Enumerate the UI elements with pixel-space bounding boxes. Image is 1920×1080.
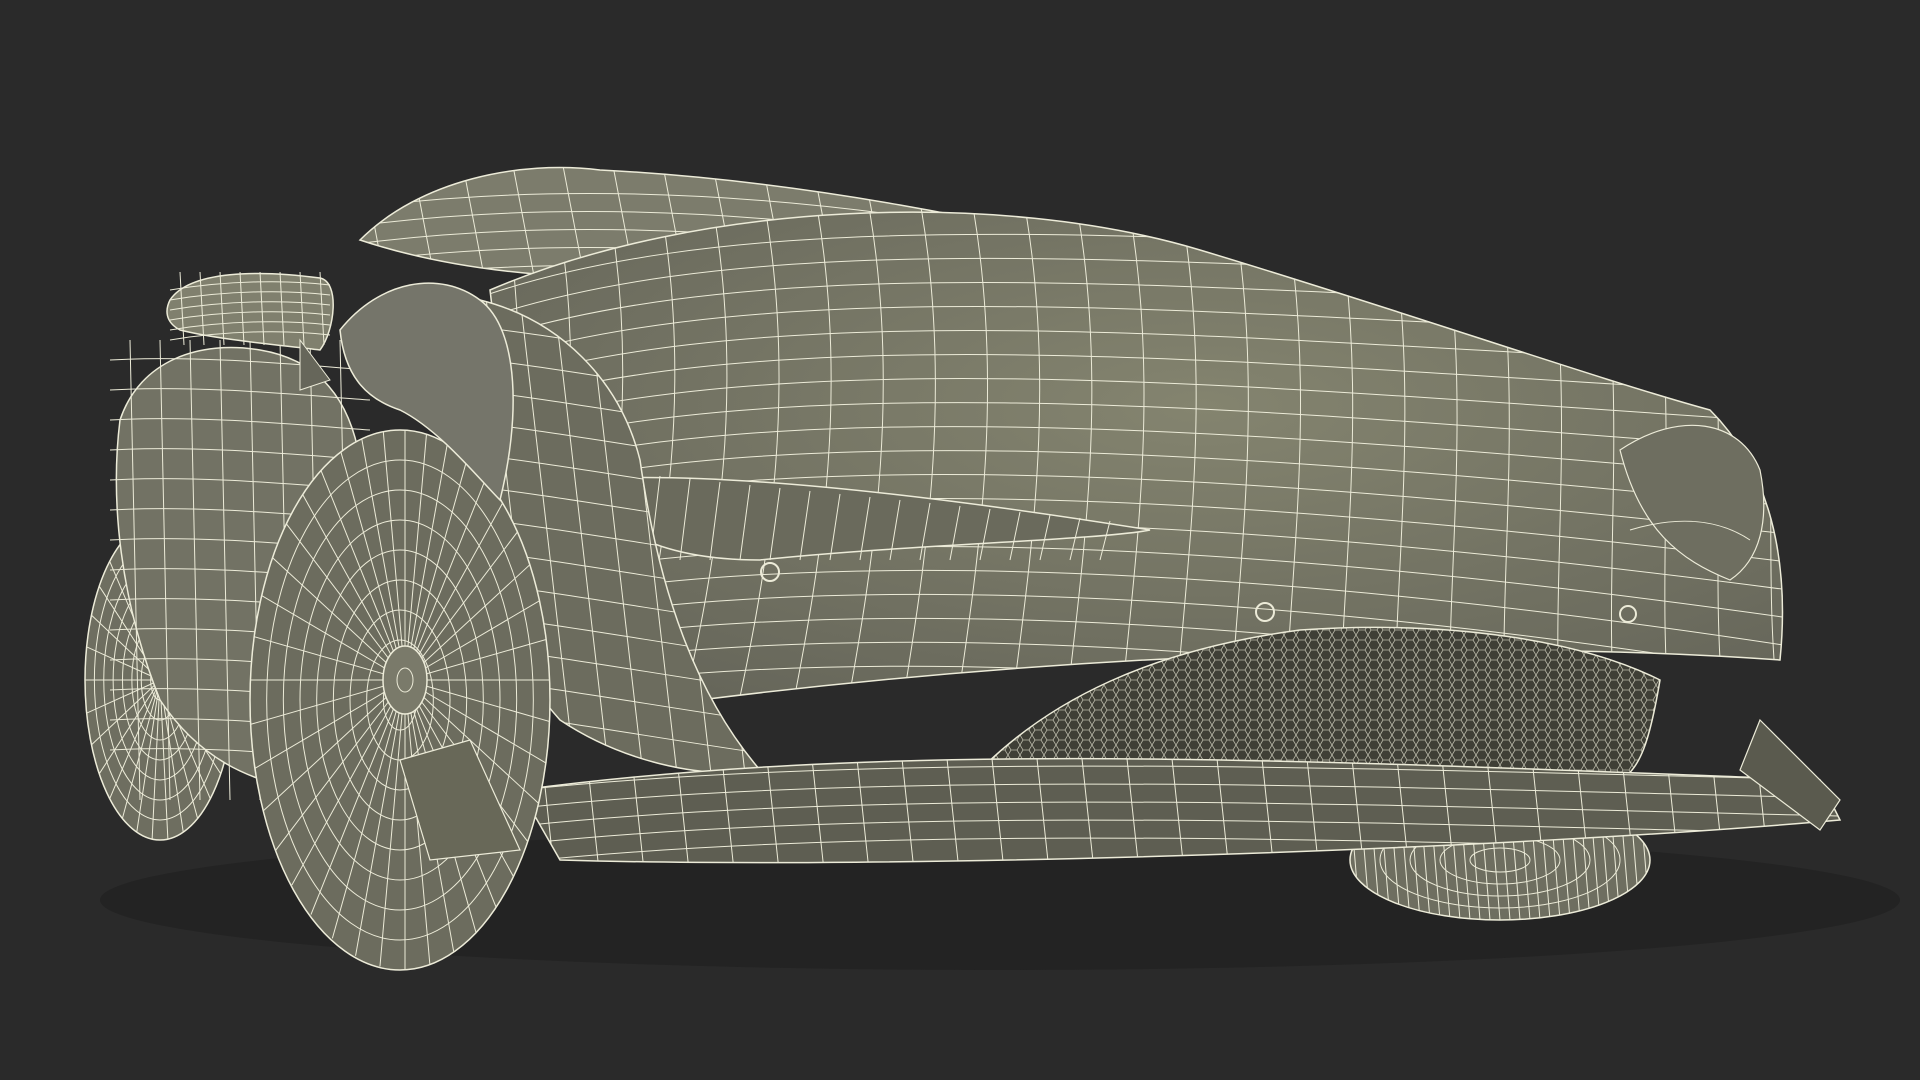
render-viewport xyxy=(0,0,1920,1080)
car-wireframe-render xyxy=(84,166,1900,971)
